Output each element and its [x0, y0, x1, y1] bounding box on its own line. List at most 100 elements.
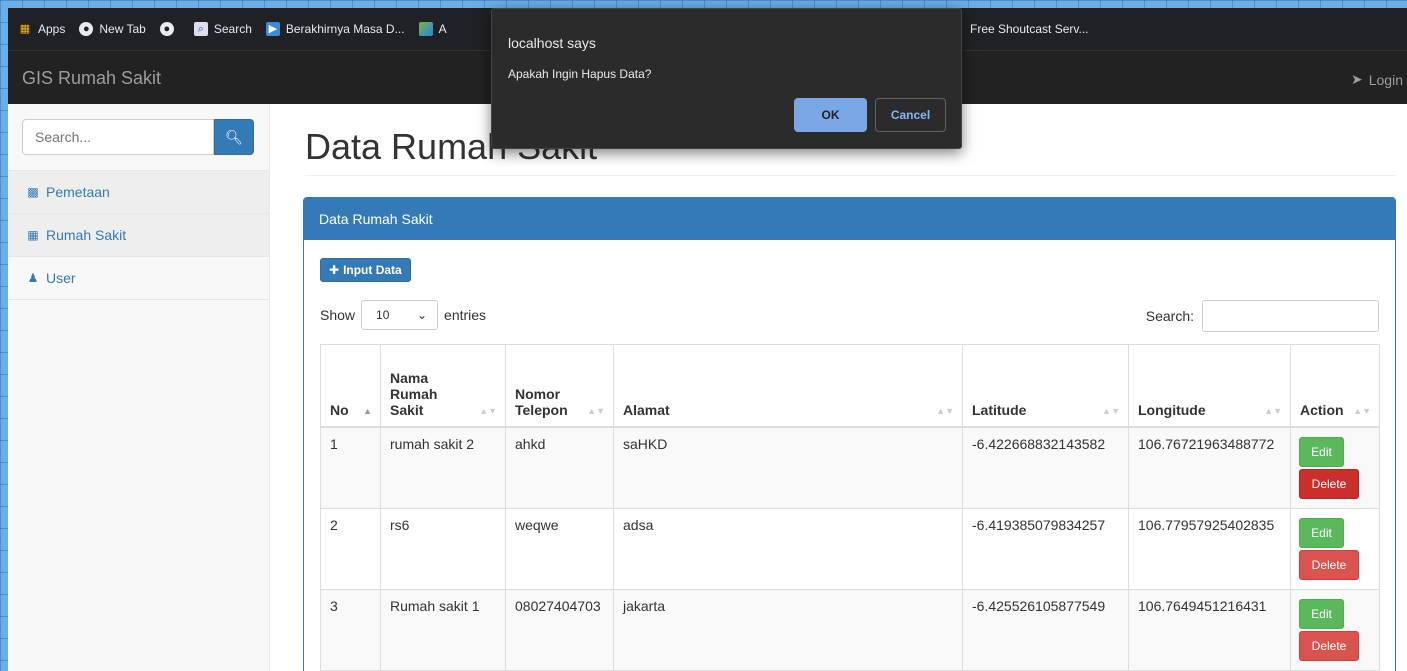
sort-icon: ▲▼ [1353, 405, 1371, 416]
hospital-table: No ▲ Nama Rumah Sakit ▲▼ Nomor Telepon ▲▼ A… [320, 344, 1380, 671]
table-header-row: No ▲ Nama Rumah Sakit ▲▼ Nomor Telepon ▲▼ A… [320, 344, 1380, 428]
cell-no: 3 [320, 588, 381, 671]
user-icon: ♟ [27, 271, 39, 285]
sidebar-item-pemetaan[interactable]: ▩ Pemetaan [8, 171, 269, 214]
globe-icon: ● [159, 22, 174, 36]
cell-latitude: -6.422668832143582 [962, 426, 1129, 509]
table-row: 1 rumah sakit 2 ahkd saHKD -6.4226688321… [320, 426, 1380, 509]
map-icon: ▩ [27, 185, 39, 199]
column-header-action[interactable]: Action ▲▼ [1290, 344, 1380, 428]
title-divider [305, 175, 1396, 176]
image-icon: ▶ [265, 22, 280, 36]
show-label: Show [320, 307, 356, 323]
sidebar-item-label: Pemetaan [46, 184, 110, 200]
cell-action: Edit Delete [1290, 588, 1380, 671]
edit-button[interactable]: Edit [1299, 436, 1344, 467]
panel-heading: Data Rumah Sakit [304, 198, 1395, 240]
search-icon: ⌕ [193, 22, 208, 36]
sidebar-item-user[interactable]: ♟ User [8, 257, 269, 300]
column-header-telepon[interactable]: Nomor Telepon ▲▼ [505, 344, 614, 428]
sign-in-icon: ➤ [1351, 71, 1363, 87]
bookmark-label: Search [213, 22, 252, 36]
entries-length-control: Show 10 ⌄ entries [320, 300, 486, 330]
search-icon: 🔍︎ [225, 128, 243, 145]
cell-alamat: adsa [613, 507, 963, 590]
bookmark-a[interactable]: A [418, 22, 447, 36]
sort-icon: ▲▼ [936, 405, 954, 416]
ok-button[interactable]: OK [794, 98, 867, 132]
bookmark-globe[interactable]: ● [159, 22, 180, 36]
cell-telepon: ahkd [505, 426, 614, 509]
confirm-dialog: localhost says Apakah Ingin Hapus Data? … [491, 8, 962, 149]
column-header-longitude[interactable]: Longitude ▲▼ [1128, 344, 1291, 428]
dialog-message: Apakah Ingin Hapus Data? [508, 67, 652, 81]
navbar-brand[interactable]: GIS Rumah Sakit [22, 68, 161, 89]
cell-longitude: 106.7649451216431 [1128, 588, 1291, 671]
sidebar-item-label: User [46, 270, 76, 286]
table-row: 2 rs6 weqwe adsa -6.419385079834257 106.… [320, 507, 1380, 590]
cell-nama: rumah sakit 2 [380, 426, 506, 509]
cell-longitude: 106.76721963488772 [1128, 426, 1291, 509]
cell-longitude: 106.77957925402835 [1128, 507, 1291, 590]
table-search: Search: [1146, 300, 1379, 332]
column-header-alamat[interactable]: Alamat ▲▼ [613, 344, 963, 428]
column-header-latitude[interactable]: Latitude ▲▼ [962, 344, 1129, 428]
entries-select[interactable]: 10 ⌄ [361, 300, 439, 330]
cell-no: 1 [320, 426, 381, 509]
cell-telepon: 08027404703 [505, 588, 614, 671]
chevron-down-icon: ⌄ [416, 308, 428, 322]
sidebar-item-label: Rumah Sakit [46, 227, 127, 243]
bookmark-new-tab[interactable]: ● New Tab [79, 22, 146, 36]
login-label: Login [1368, 71, 1403, 88]
dialog-title: localhost says [508, 35, 596, 51]
table-icon: ▦ [27, 228, 39, 242]
input-data-button[interactable]: ✚ Input Data [320, 258, 411, 282]
sort-icon: ▲▼ [1102, 405, 1120, 416]
table-row: 3 Rumah sakit 1 08027404703 jakarta -6.4… [320, 588, 1380, 671]
cell-action: Edit Delete [1290, 507, 1380, 590]
edit-button[interactable]: Edit [1299, 598, 1344, 629]
bookmark-berakhirnya[interactable]: ▶ Berakhirnya Masa D... [265, 22, 405, 36]
cell-latitude: -6.425526105877549 [962, 588, 1129, 671]
delete-button[interactable]: Delete [1299, 630, 1359, 661]
sort-icon: ▲▼ [587, 405, 605, 416]
column-header-nama[interactable]: Nama Rumah Sakit ▲▼ [380, 344, 506, 428]
cell-latitude: -6.419385079834257 [962, 507, 1129, 590]
table-search-input[interactable] [1202, 300, 1379, 332]
cell-nama: Rumah sakit 1 [380, 588, 506, 671]
login-link[interactable]: ➤ Login [1351, 71, 1403, 88]
column-header-no[interactable]: No ▲ [320, 344, 381, 428]
sidebar-search-button[interactable]: 🔍︎ [214, 119, 254, 155]
sort-asc-icon: ▲ [363, 405, 372, 416]
edit-button[interactable]: Edit [1299, 517, 1344, 548]
bookmark-label: New Tab [99, 22, 146, 36]
picture-icon [418, 22, 433, 36]
sort-icon: ▲▼ [1264, 405, 1282, 416]
data-panel: Data Rumah Sakit ✚ Input Data Show 10 ⌄ … [303, 197, 1396, 671]
sidebar: 🔍︎ ▩ Pemetaan ▦ Rumah Sakit ♟ User [8, 104, 270, 671]
entries-label: entries [444, 307, 487, 323]
bookmark-search[interactable]: ⌕ Search [193, 22, 252, 36]
apps-grid-icon: ▦ [19, 22, 31, 35]
cancel-button[interactable]: Cancel [875, 98, 946, 132]
cell-alamat: jakarta [613, 588, 963, 671]
cell-telepon: weqwe [505, 507, 614, 590]
cell-alamat: saHKD [613, 426, 963, 509]
plus-icon: ✚ [329, 263, 340, 277]
input-data-label: Input Data [343, 263, 402, 277]
bookmark-label: Apps [38, 22, 66, 36]
bookmark-label: A [438, 22, 447, 36]
delete-button[interactable]: Delete [1299, 549, 1359, 580]
bookmark-shoutcast[interactable]: Free Shoutcast Serv... [970, 22, 1089, 36]
delete-button[interactable]: Delete [1299, 468, 1359, 499]
table-search-label: Search: [1145, 308, 1194, 324]
bookmark-label: Berakhirnya Masa D... [285, 22, 405, 36]
bookmark-apps[interactable]: ▦ Apps [18, 22, 66, 36]
globe-icon: ● [79, 22, 94, 36]
sidebar-search-input[interactable] [22, 119, 214, 155]
entries-value: 10 [376, 308, 390, 322]
sort-icon: ▲▼ [479, 405, 497, 416]
sidebar-item-rumah-sakit[interactable]: ▦ Rumah Sakit [8, 214, 269, 257]
cell-nama: rs6 [380, 507, 506, 590]
sidebar-search: 🔍︎ [8, 104, 269, 171]
